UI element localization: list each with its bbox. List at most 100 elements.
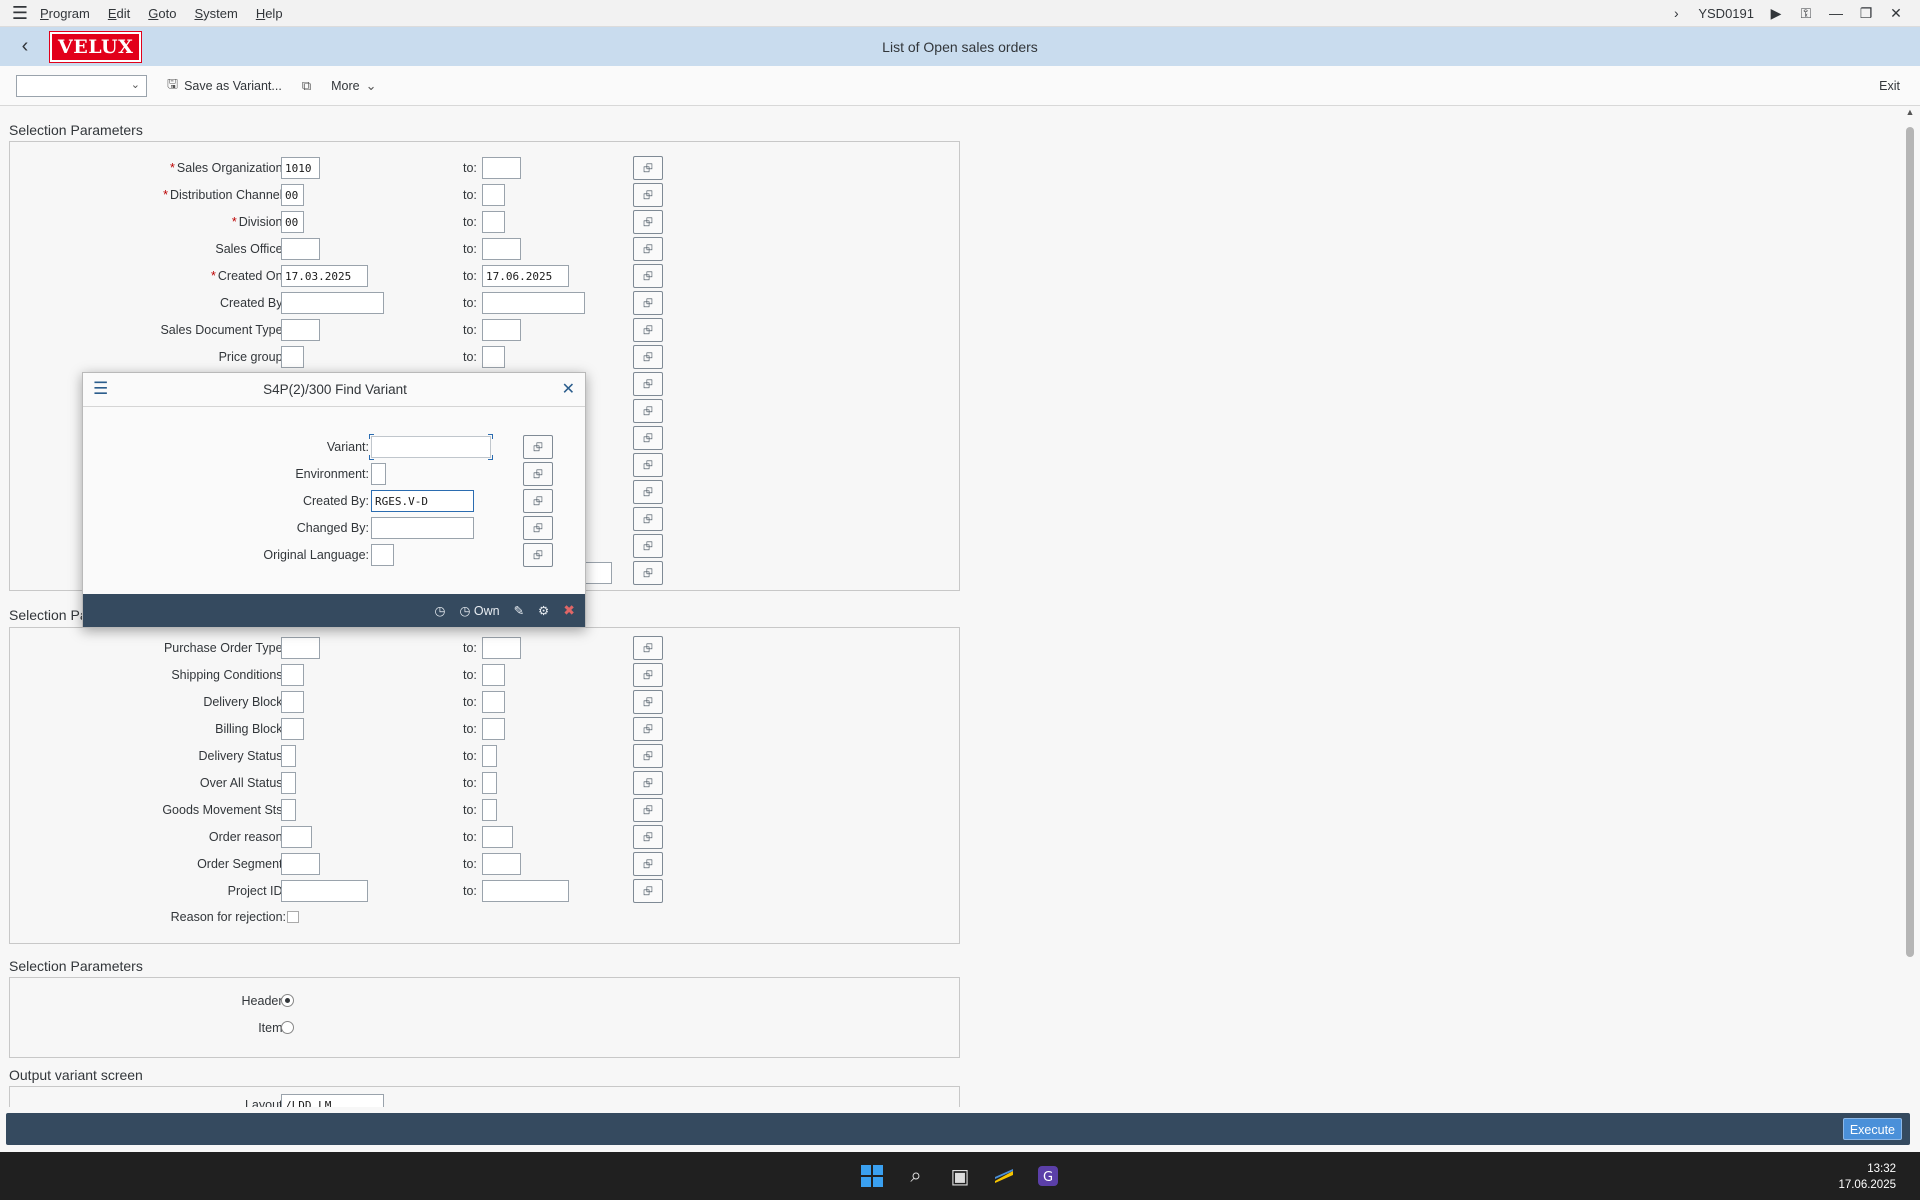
sales-org-from-input[interactable]: 1010 <box>281 157 320 179</box>
multiple-selection-button[interactable]: ⮺ <box>633 183 663 207</box>
billing-block-to-input[interactable] <box>482 718 505 740</box>
multiple-selection-button[interactable]: ⮺ <box>633 879 663 903</box>
price-group-from-input[interactable] <box>281 346 304 368</box>
multiple-selection-button[interactable]: ⮺ <box>633 825 663 849</box>
multiple-selection-button[interactable]: ⮺ <box>633 507 663 531</box>
order-reason-from-input[interactable] <box>281 826 312 848</box>
multiple-selection-button[interactable]: ⮺ <box>633 771 663 795</box>
menu-help[interactable]: Help <box>256 6 283 21</box>
exit-button[interactable]: Exit <box>1879 79 1900 93</box>
billing-block-from-input[interactable] <box>281 718 304 740</box>
play-icon[interactable]: ▶ <box>1768 5 1784 22</box>
layout-input[interactable]: /LDD_LM <box>281 1094 384 1107</box>
created-on-to-input[interactable]: 17.06.2025 <box>482 265 569 287</box>
windows-start-icon[interactable] <box>858 1162 886 1190</box>
chevron-right-icon[interactable]: › <box>1668 5 1684 21</box>
gear-icon[interactable]: ⚙ <box>538 603 549 618</box>
project-id-to-input[interactable] <box>482 880 569 902</box>
sales-doc-type-to-input[interactable] <box>482 319 521 341</box>
multiple-selection-button[interactable]: ⮺ <box>633 453 663 477</box>
created-on-from-input[interactable]: 17.03.2025 <box>281 265 368 287</box>
multiple-selection-button[interactable]: ⮺ <box>523 435 553 459</box>
goods-movement-from-input[interactable] <box>281 799 296 821</box>
item-radio[interactable] <box>281 1021 294 1034</box>
created-by-to-input[interactable] <box>482 292 585 314</box>
sales-office-to-input[interactable] <box>482 238 521 260</box>
variant-select[interactable]: ⌄ <box>16 74 147 97</box>
multiple-selection-button[interactable]: ⮺ <box>523 516 553 540</box>
task-view-icon[interactable]: ▣ <box>946 1162 974 1190</box>
shipping-cond-from-input[interactable] <box>281 664 304 686</box>
multiple-selection-button[interactable]: ⮺ <box>633 690 663 714</box>
menu-edit[interactable]: Edit <box>108 6 130 21</box>
multiple-selection-button[interactable]: ⮺ <box>633 534 663 558</box>
multiple-selection-button[interactable]: ⮺ <box>633 156 663 180</box>
overall-status-to-input[interactable] <box>482 772 497 794</box>
minimize-icon[interactable]: — <box>1828 5 1844 21</box>
save-as-variant-button[interactable]: 🖫 Save as Variant... <box>167 75 282 97</box>
division-from-input[interactable]: 00 <box>281 211 304 233</box>
close-icon[interactable]: ✕ <box>1888 5 1904 22</box>
order-segment-to-input[interactable] <box>482 853 521 875</box>
restore-icon[interactable]: ❐ <box>1858 5 1874 22</box>
scroll-up-icon[interactable]: ▲ <box>1904 107 1916 117</box>
overall-status-from-input[interactable] <box>281 772 296 794</box>
delivery-block-from-input[interactable] <box>281 691 304 713</box>
reason-for-rejection-checkbox[interactable] <box>287 911 299 923</box>
hamburger-menu-icon[interactable]: ☰ <box>0 3 40 24</box>
more-button[interactable]: More ⌄ <box>331 78 376 94</box>
multiple-selection-button[interactable]: ⮺ <box>523 543 553 567</box>
back-icon[interactable]: ‹ <box>0 35 50 58</box>
multiple-selection-button[interactable]: ⮺ <box>633 744 663 768</box>
order-segment-from-input[interactable] <box>281 853 320 875</box>
lock-icon[interactable]: ⚿ <box>1798 5 1814 22</box>
own-button[interactable]: ◷ Own <box>459 603 499 618</box>
sales-doc-type-from-input[interactable] <box>281 319 320 341</box>
sales-office-from-input[interactable] <box>281 238 320 260</box>
multiple-selection-button[interactable]: ⮺ <box>633 264 663 288</box>
menu-system[interactable]: System <box>194 6 237 21</box>
multiple-selection-button[interactable]: ⮺ <box>633 798 663 822</box>
delivery-status-to-input[interactable] <box>482 745 497 767</box>
environment-input[interactable] <box>371 463 386 485</box>
delivery-status-from-input[interactable] <box>281 745 296 767</box>
search-icon[interactable]: ⌕ <box>902 1162 930 1190</box>
vertical-scrollbar[interactable]: ▲ <box>1904 107 1916 1105</box>
scrollbar-thumb[interactable] <box>1906 127 1914 957</box>
cancel-icon[interactable]: ✖ <box>563 602 575 619</box>
sap-gui-icon[interactable]: G <box>1034 1162 1062 1190</box>
shipping-cond-to-input[interactable] <box>482 664 505 686</box>
variant-input[interactable] <box>371 436 491 458</box>
multiple-selection-button[interactable]: ⮺ <box>633 210 663 234</box>
distribution-channel-to-input[interactable] <box>482 184 505 206</box>
multiple-selection-button[interactable]: ⮺ <box>523 462 553 486</box>
created-by-input[interactable]: RGES.V-D <box>371 490 474 512</box>
order-reason-to-input[interactable] <box>482 826 513 848</box>
menu-program[interactable]: Program <box>40 6 90 21</box>
multiple-selection-button[interactable]: ⮺ <box>633 480 663 504</box>
sales-org-to-input[interactable] <box>482 157 521 179</box>
copy-button[interactable]: ⧉ <box>302 78 311 94</box>
po-type-from-input[interactable] <box>281 637 320 659</box>
system-clock[interactable]: 13:32 17.06.2025 <box>1838 1161 1896 1193</box>
division-to-input[interactable] <box>482 211 505 233</box>
multiple-selection-button[interactable]: ⮺ <box>633 399 663 423</box>
price-group-to-input[interactable] <box>482 346 505 368</box>
multiple-selection-button[interactable]: ⮺ <box>633 852 663 876</box>
multiple-selection-button[interactable]: ⮺ <box>633 561 663 585</box>
changed-by-input[interactable] <box>371 517 474 539</box>
distribution-channel-from-input[interactable]: 00 <box>281 184 304 206</box>
multiple-selection-button[interactable]: ⮺ <box>633 345 663 369</box>
multiple-selection-button[interactable]: ⮺ <box>523 489 553 513</box>
project-id-from-input[interactable] <box>281 880 368 902</box>
po-type-to-input[interactable] <box>482 637 521 659</box>
created-by-from-input[interactable] <box>281 292 384 314</box>
execute-icon[interactable]: ◷ <box>435 603 446 618</box>
multiple-selection-button[interactable]: ⮺ <box>633 663 663 687</box>
goods-movement-to-input[interactable] <box>482 799 497 821</box>
sap-logon-icon[interactable] <box>990 1162 1018 1190</box>
multiple-selection-button[interactable]: ⮺ <box>633 636 663 660</box>
multiple-selection-button[interactable]: ⮺ <box>633 291 663 315</box>
dialog-close-icon[interactable]: ✕ <box>562 379 575 399</box>
execute-button[interactable]: Execute <box>1842 1118 1902 1140</box>
